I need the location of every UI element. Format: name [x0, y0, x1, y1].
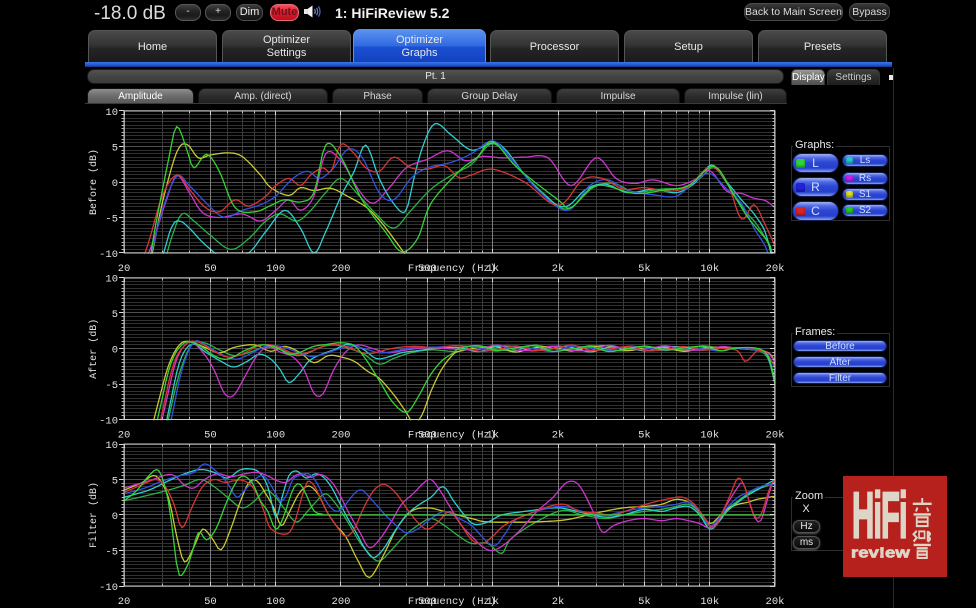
svg-text:-5: -5: [105, 214, 118, 226]
svg-text:50: 50: [204, 596, 217, 608]
svg-text:2k: 2k: [552, 596, 565, 608]
svg-text:Frequency (Hz): Frequency (Hz): [408, 430, 496, 442]
svg-text:-10: -10: [99, 249, 118, 261]
svg-text:10k: 10k: [700, 263, 719, 275]
svg-text:2k: 2k: [552, 430, 565, 442]
svg-text:2k: 2k: [552, 263, 565, 275]
svg-text:20k: 20k: [766, 596, 785, 608]
svg-text:-10: -10: [99, 582, 118, 594]
svg-text:Frequency (Hz): Frequency (Hz): [408, 596, 496, 608]
svg-text:5: 5: [112, 309, 118, 321]
svg-text:0: 0: [112, 511, 118, 523]
svg-text:5: 5: [112, 143, 118, 155]
svg-text:200: 200: [332, 430, 351, 442]
svg-text:0: 0: [112, 178, 118, 190]
svg-text:Filter (dB): Filter (dB): [88, 482, 100, 548]
svg-text:-5: -5: [105, 547, 118, 559]
svg-text:50: 50: [204, 430, 217, 442]
svg-text:200: 200: [332, 596, 351, 608]
svg-text:Before (dB): Before (dB): [88, 149, 100, 215]
svg-text:5k: 5k: [638, 430, 651, 442]
svg-text:After (dB): After (dB): [88, 319, 100, 379]
svg-text:20k: 20k: [766, 263, 785, 275]
svg-text:Frequency (Hz): Frequency (Hz): [408, 263, 496, 275]
svg-text:10: 10: [105, 107, 118, 119]
svg-text:20k: 20k: [766, 430, 785, 442]
svg-text:5: 5: [112, 476, 118, 488]
svg-text:5k: 5k: [638, 596, 651, 608]
svg-text:0: 0: [112, 345, 118, 357]
svg-text:10: 10: [105, 440, 118, 452]
svg-text:20: 20: [118, 596, 131, 608]
svg-text:50: 50: [204, 263, 217, 275]
svg-text:20: 20: [118, 263, 131, 275]
svg-text:100: 100: [266, 430, 285, 442]
svg-text:200: 200: [332, 263, 351, 275]
svg-text:-10: -10: [99, 416, 118, 428]
svg-text:10: 10: [105, 274, 118, 286]
svg-text:10k: 10k: [700, 430, 719, 442]
svg-text:10k: 10k: [700, 596, 719, 608]
svg-text:100: 100: [266, 596, 285, 608]
svg-text:5k: 5k: [638, 263, 651, 275]
svg-text:-5: -5: [105, 380, 118, 392]
svg-text:100: 100: [266, 263, 285, 275]
svg-text:20: 20: [118, 430, 131, 442]
